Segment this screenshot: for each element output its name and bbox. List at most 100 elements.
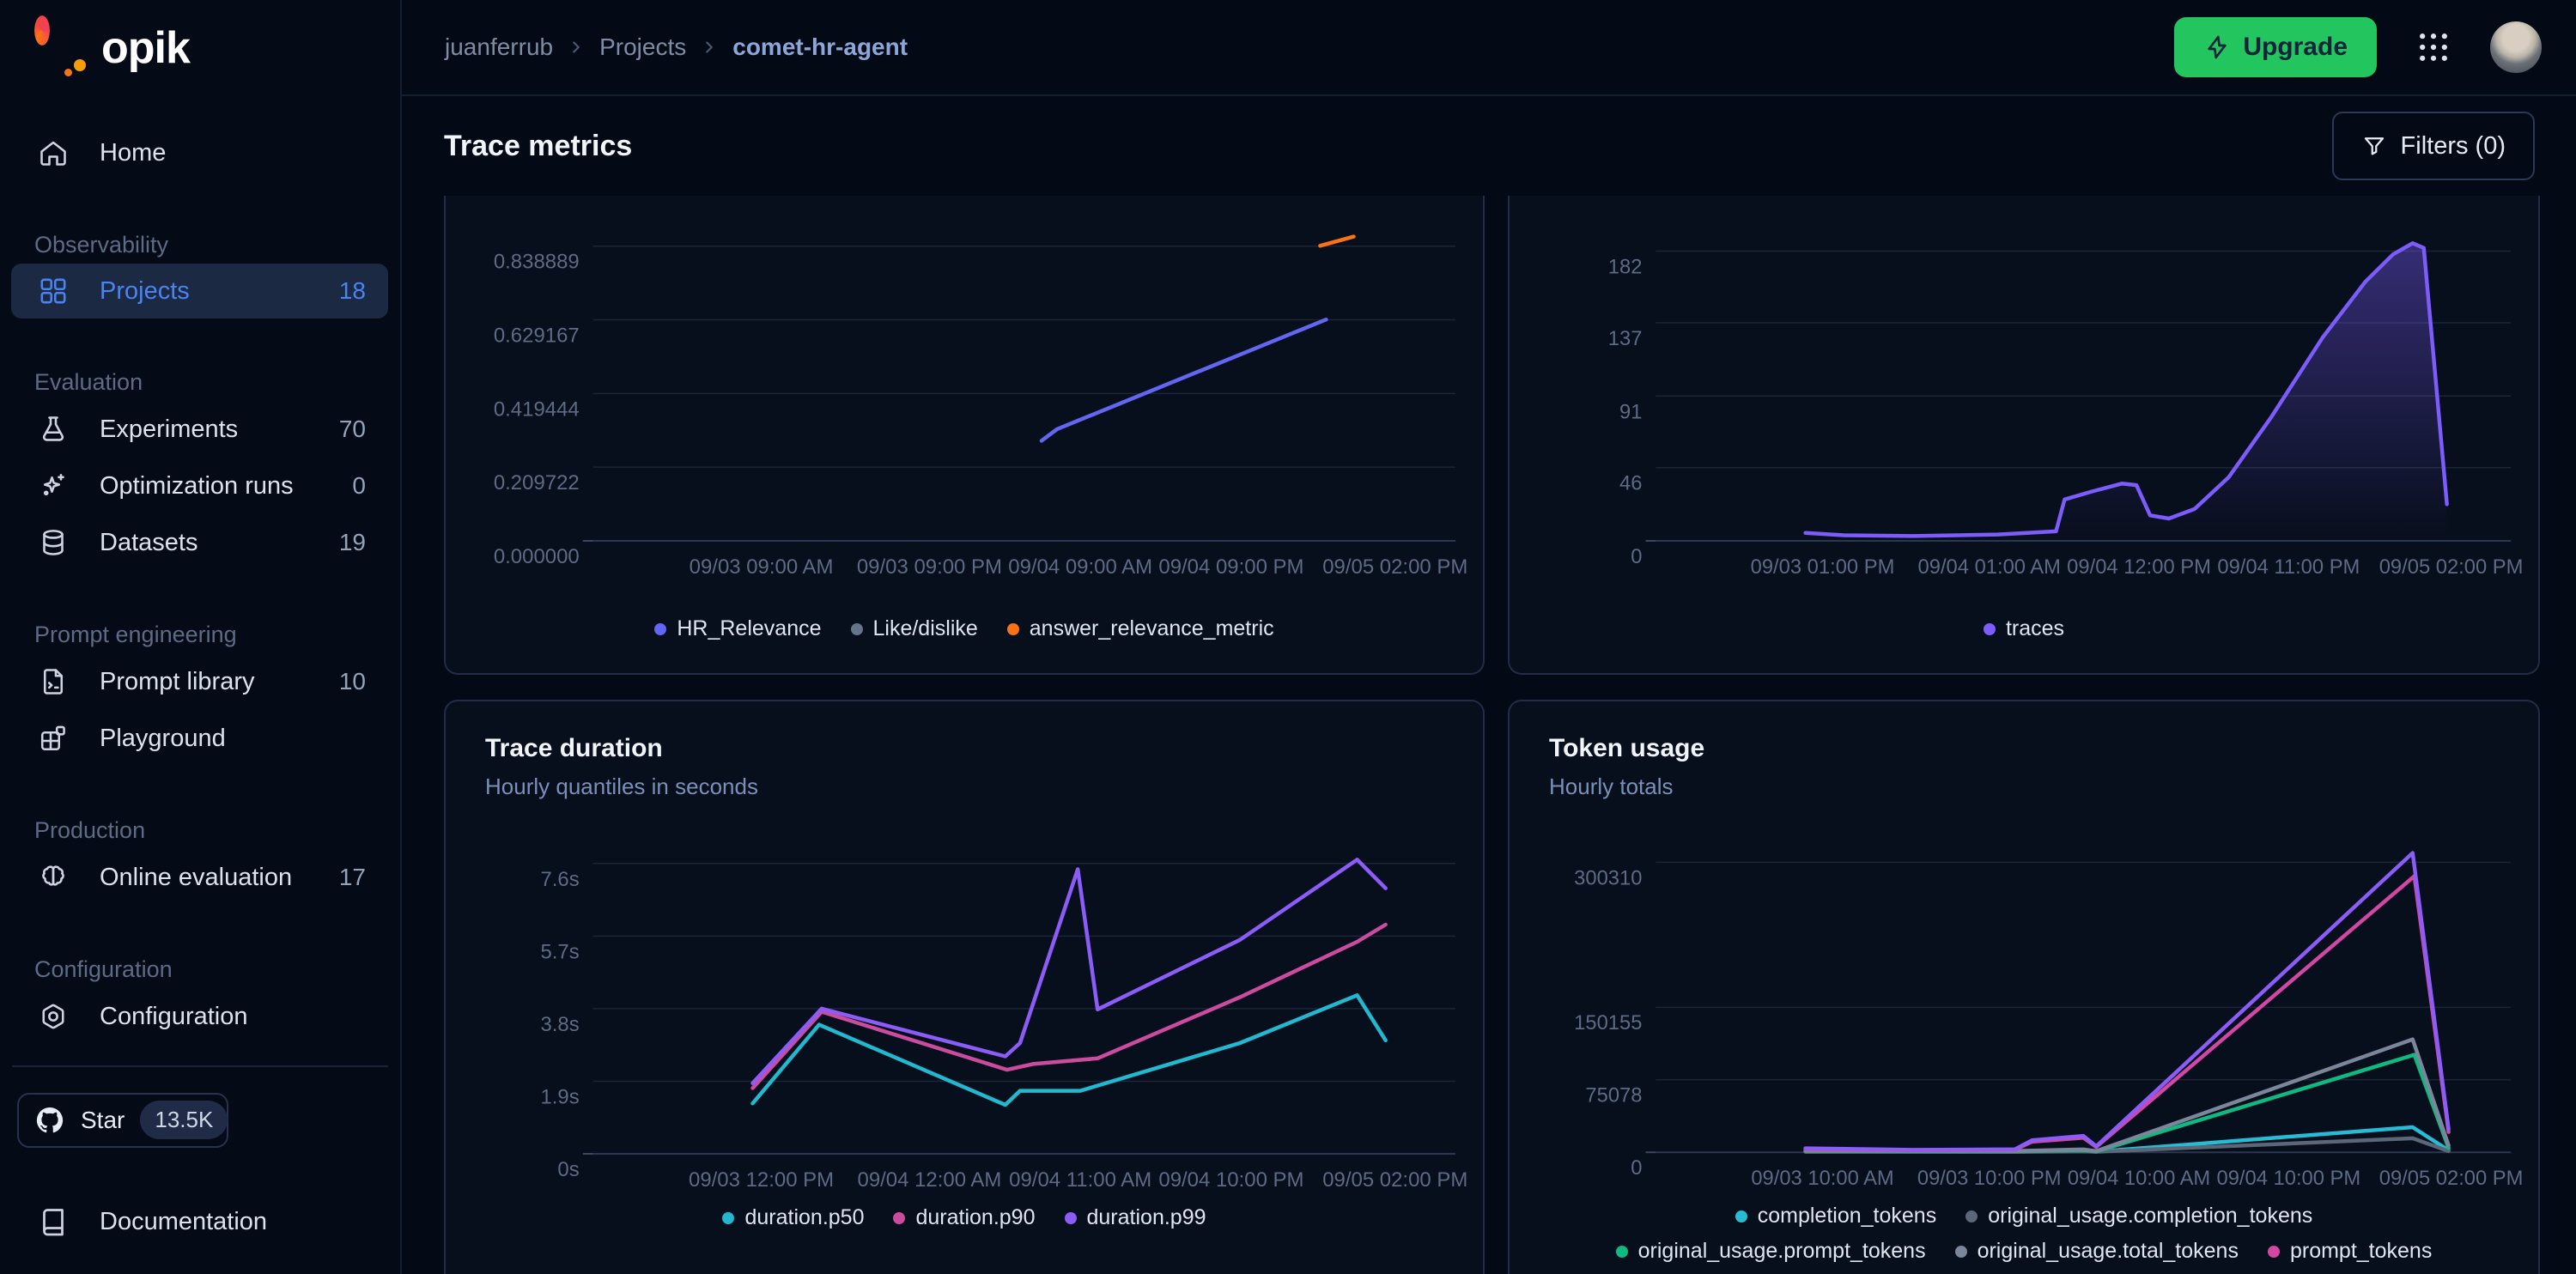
sidebar-item-prompt-library[interactable]: Prompt library 10 bbox=[11, 653, 388, 710]
svg-text:7.6s: 7.6s bbox=[540, 868, 579, 891]
sidebar: opik Home ObservabilityProjects18 Evaluati… bbox=[0, 0, 402, 1274]
svg-text:0: 0 bbox=[1631, 1156, 1642, 1180]
sidebar-item-label: Prompt library bbox=[100, 668, 308, 696]
sidebar-item-experiments[interactable]: Experiments70 bbox=[11, 401, 388, 458]
legend-item-original-usage-completion-tokens[interactable]: original_usage.completion_tokens bbox=[1965, 1204, 2312, 1228]
legend-item-original-usage-total-tokens[interactable]: original_usage.total_tokens bbox=[1955, 1239, 2239, 1264]
legend-item-prompt-tokens[interactable]: prompt_tokens bbox=[2268, 1239, 2432, 1264]
svg-text:0s: 0s bbox=[557, 1158, 579, 1181]
sidebar-section-label: Production bbox=[0, 811, 400, 849]
legend-item-duration-p50[interactable]: duration.p50 bbox=[722, 1205, 864, 1230]
breadcrumb-projects[interactable]: Projects bbox=[599, 33, 686, 61]
svg-text:09/05 02:00 PM: 09/05 02:00 PM bbox=[2379, 1167, 2524, 1190]
legend-label: original_usage.completion_tokens bbox=[1988, 1204, 2312, 1228]
sidebar-section-label: Evaluation bbox=[0, 363, 400, 401]
upgrade-label: Upgrade bbox=[2243, 33, 2348, 62]
legend-dot bbox=[1007, 623, 1019, 635]
filters-button[interactable]: Filters (0) bbox=[2332, 112, 2535, 180]
legend-label: completion_tokens bbox=[1758, 1204, 1936, 1228]
user-avatar[interactable] bbox=[2490, 21, 2542, 73]
legend-item-duration-p99[interactable]: duration.p99 bbox=[1065, 1205, 1206, 1230]
hexagon-nut-icon bbox=[38, 1001, 69, 1032]
sidebar-item-label: Playground bbox=[100, 725, 335, 753]
sidebar-item-optimization-runs[interactable]: Optimization runs0 bbox=[11, 458, 388, 514]
svg-text:0.209722: 0.209722 bbox=[494, 471, 580, 494]
sidebar-item-datasets[interactable]: Datasets19 bbox=[11, 514, 388, 571]
star-count-badge: 13.5K bbox=[140, 1101, 228, 1139]
svg-text:0.838889: 0.838889 bbox=[494, 251, 580, 274]
svg-text:09/04 12:00 PM: 09/04 12:00 PM bbox=[2067, 555, 2211, 579]
svg-text:150155: 150155 bbox=[1574, 1011, 1642, 1034]
trace-duration-chart[interactable]: 7.6s5.7s3.8s1.9s0s09/03 12:00 PM09/04 12… bbox=[446, 822, 1483, 1200]
sidebar-item-label: Home bbox=[100, 139, 335, 167]
sidebar-section-label: Observability bbox=[0, 226, 400, 264]
svg-text:0.000000: 0.000000 bbox=[494, 545, 580, 568]
sidebar-item-playground[interactable]: Playground bbox=[11, 710, 388, 767]
filters-label: Filters (0) bbox=[2401, 132, 2506, 161]
sidebar-section-label: Prompt engineering bbox=[0, 616, 400, 653]
legend-label: duration.p90 bbox=[915, 1205, 1035, 1230]
sidebar-item-configuration[interactable]: Configuration bbox=[11, 988, 388, 1045]
svg-text:46: 46 bbox=[1619, 472, 1642, 495]
legend-item-traces[interactable]: traces bbox=[1984, 616, 2064, 641]
sidebar-item-projects[interactable]: Projects18 bbox=[11, 264, 388, 318]
legend-dot bbox=[1965, 1210, 1978, 1222]
svg-text:09/05 02:00 PM: 09/05 02:00 PM bbox=[2379, 555, 2524, 579]
token-usage-card: Token usage Hourly totals 30031015015575… bbox=[1508, 700, 2540, 1274]
feedback-scores-legend: HR_Relevance Like/dislike answer_relevance… bbox=[446, 616, 1483, 641]
sidebar-item-label: Documentation bbox=[100, 1208, 366, 1236]
legend-dot bbox=[893, 1212, 905, 1224]
svg-text:91: 91 bbox=[1619, 400, 1642, 423]
svg-text:09/04 01:00 AM: 09/04 01:00 AM bbox=[1918, 555, 2061, 579]
chevron-right-icon bbox=[700, 38, 719, 57]
card-title: Token usage bbox=[1549, 734, 2538, 763]
sidebar-item-online-evaluation[interactable]: Online evaluation17 bbox=[11, 849, 388, 906]
feedback-scores-chart[interactable]: 0.8388890.6291670.4194440.2097220.000000… bbox=[446, 209, 1483, 587]
apps-grid-icon[interactable] bbox=[2415, 28, 2452, 66]
page-title: Trace metrics bbox=[444, 130, 632, 163]
token-usage-legend: completion_tokens original_usage.completi… bbox=[1510, 1204, 2538, 1274]
database-icon bbox=[38, 527, 69, 558]
legend-item-hr-relevance[interactable]: HR_Relevance bbox=[654, 616, 821, 641]
app-logo[interactable]: opik bbox=[0, 0, 400, 95]
legend-dot bbox=[654, 623, 666, 635]
legend-item-original-usage-prompt-tokens[interactable]: original_usage.prompt_tokens bbox=[1616, 1239, 1926, 1264]
svg-text:09/03 10:00 PM: 09/03 10:00 PM bbox=[1917, 1167, 2062, 1190]
svg-text:300310: 300310 bbox=[1574, 866, 1642, 889]
brain-icon bbox=[38, 862, 69, 893]
svg-text:182: 182 bbox=[1608, 255, 1643, 278]
sidebar-item-home[interactable]: Home bbox=[11, 124, 388, 181]
legend-item-duration-p90[interactable]: duration.p90 bbox=[893, 1205, 1035, 1230]
svg-text:5.7s: 5.7s bbox=[540, 940, 579, 963]
breadcrumb-workspace[interactable]: juanferrub bbox=[445, 33, 553, 61]
token-usage-chart[interactable]: 30031015015575078009/03 10:00 AM09/03 10… bbox=[1510, 822, 2538, 1198]
sidebar-item-count: 0 bbox=[352, 472, 366, 500]
legend-dot bbox=[1984, 623, 1996, 635]
trace-duration-legend: duration.p50 duration.p90 duration.p99 bbox=[446, 1205, 1483, 1230]
legend-dot bbox=[2268, 1246, 2280, 1258]
sidebar-item-count: 10 bbox=[339, 668, 366, 695]
home-icon bbox=[38, 137, 69, 168]
svg-text:09/03 01:00 PM: 09/03 01:00 PM bbox=[1751, 555, 1895, 579]
card-title: Trace duration bbox=[485, 734, 1483, 763]
sidebar-item-label: Projects bbox=[100, 277, 308, 306]
svg-text:0.419444: 0.419444 bbox=[494, 397, 580, 421]
legend-item-like-dislike[interactable]: Like/dislike bbox=[851, 616, 978, 641]
sidebar-item-label: Configuration bbox=[100, 1003, 335, 1031]
book-icon bbox=[38, 1206, 69, 1237]
legend-label: answer_relevance_metric bbox=[1030, 616, 1274, 641]
prompt-file-icon bbox=[38, 666, 69, 697]
legend-label: prompt_tokens bbox=[2290, 1239, 2432, 1264]
breadcrumb-current-project[interactable]: comet-hr-agent bbox=[732, 33, 908, 61]
sidebar-nav: Home ObservabilityProjects18 EvaluationExp… bbox=[0, 95, 400, 1045]
legend-label: original_usage.prompt_tokens bbox=[1638, 1239, 1926, 1264]
card-subtitle: Hourly quantiles in seconds bbox=[485, 774, 1483, 800]
legend-item-answer-relevance-metric[interactable]: answer_relevance_metric bbox=[1007, 616, 1274, 641]
traces-count-chart[interactable]: 1821379146009/03 01:00 PM09/04 01:00 AM0… bbox=[1510, 209, 2538, 587]
github-icon bbox=[34, 1105, 65, 1136]
sidebar-item-documentation[interactable]: Documentation bbox=[11, 1194, 388, 1251]
svg-text:75078: 75078 bbox=[1585, 1084, 1642, 1107]
legend-item-completion-tokens[interactable]: completion_tokens bbox=[1735, 1204, 1936, 1228]
github-star-button[interactable]: Star 13.5K bbox=[17, 1093, 228, 1148]
upgrade-button[interactable]: Upgrade bbox=[2174, 17, 2377, 77]
